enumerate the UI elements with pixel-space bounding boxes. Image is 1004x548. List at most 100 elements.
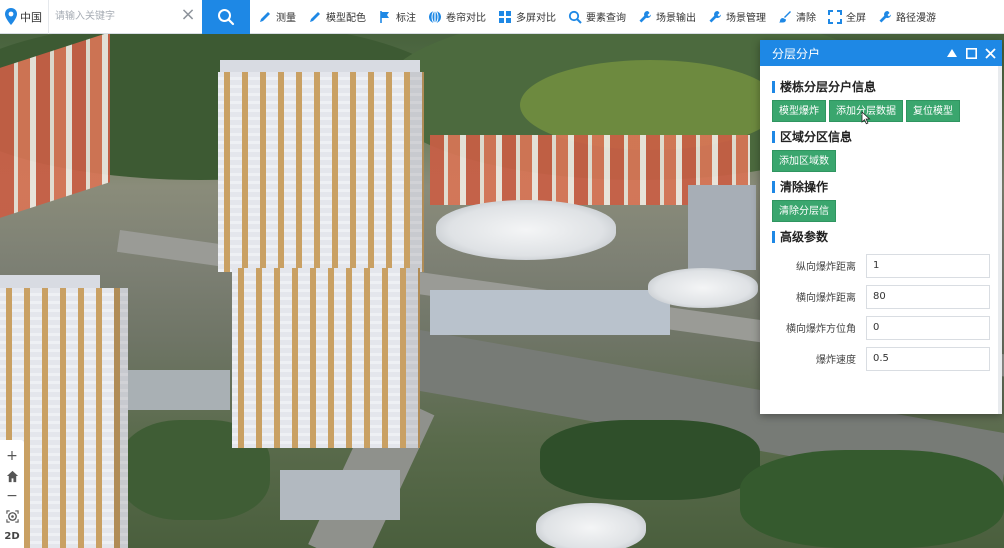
- grid-icon: [499, 10, 511, 23]
- clear-layer-info-button[interactable]: 清除分层信: [772, 200, 836, 222]
- navigation-controls: + − 2D: [0, 440, 24, 548]
- tower-roof: [0, 275, 100, 289]
- model-explode-button[interactable]: 模型爆炸: [772, 100, 826, 122]
- high-rise-tower[interactable]: [218, 72, 424, 272]
- reset-model-button[interactable]: 复位模型: [906, 100, 960, 122]
- param-row-horizontal-azimuth: 横向爆炸方位角: [772, 312, 990, 343]
- location-pin-icon: [5, 7, 17, 25]
- param-label: 横向爆炸方位角: [786, 324, 856, 335]
- tool-scene-export[interactable]: 场景输出: [638, 9, 696, 24]
- home-icon: [6, 470, 18, 482]
- vertical-explode-distance-input[interactable]: [866, 253, 990, 278]
- horizontal-explode-azimuth-input[interactable]: [866, 315, 990, 340]
- search-button[interactable]: [202, 0, 250, 34]
- home-button[interactable]: [2, 466, 22, 486]
- wrench-icon: [639, 10, 651, 22]
- low-building: [280, 470, 400, 520]
- explode-speed-input[interactable]: [866, 346, 990, 371]
- tool-label: 全屏: [846, 13, 866, 24]
- triangle-up-icon: [947, 49, 957, 57]
- tool-label: 标注: [396, 13, 416, 24]
- search-icon: [218, 8, 235, 25]
- tool-model-color[interactable]: 模型配色: [308, 9, 366, 24]
- tool-swipe-compare[interactable]: 卷帘对比: [428, 9, 486, 24]
- zoom-in-button[interactable]: +: [2, 446, 22, 466]
- param-row-vertical-distance: 纵向爆炸距离: [772, 250, 990, 281]
- search-box: ×: [48, 0, 202, 34]
- tool-clear[interactable]: 清除: [778, 9, 816, 24]
- param-label: 纵向爆炸距离: [796, 262, 856, 273]
- tree-cluster: [540, 420, 760, 500]
- high-rise-tower[interactable]: [232, 268, 420, 448]
- mouse-pointer-icon: [861, 111, 871, 125]
- horizontal-explode-distance-input[interactable]: [866, 284, 990, 309]
- tool-multi-screen[interactable]: 多屏对比: [498, 9, 556, 24]
- collapse-button[interactable]: [945, 46, 959, 60]
- section-building: 楼栋分层分户信息: [772, 78, 990, 95]
- stadium-building: [536, 503, 646, 548]
- section-marker: [772, 80, 775, 93]
- add-region-data-button[interactable]: 添加区域数: [772, 150, 836, 172]
- tool-label: 路径漫游: [896, 13, 936, 24]
- search-icon: [568, 10, 582, 24]
- tool-measure[interactable]: 测量: [258, 9, 296, 24]
- crosshair-icon: [5, 509, 19, 523]
- tool-label: 测量: [276, 13, 296, 24]
- location-selector[interactable]: 中国: [0, 0, 48, 34]
- layer-household-panel: 分层分户 楼栋分层分户信息 模型爆炸 添加分层数据 复位模型 区域分区信息 添加…: [760, 40, 1002, 414]
- section-marker: [772, 180, 775, 193]
- section-marker: [772, 130, 775, 143]
- param-row-horizontal-distance: 横向爆炸距离: [772, 281, 990, 312]
- search-input[interactable]: [49, 4, 175, 29]
- section-title-advanced: 高级参数: [780, 230, 829, 244]
- section-clear: 清除操作: [772, 178, 990, 195]
- zoom-out-button[interactable]: −: [2, 486, 22, 506]
- tool-label: 模型配色: [326, 13, 366, 24]
- clear-search-icon[interactable]: ×: [180, 5, 196, 24]
- view-mode-2d-button[interactable]: 2D: [2, 526, 22, 546]
- tool-label: 要素查询: [586, 13, 626, 24]
- param-row-explode-speed: 爆炸速度: [772, 343, 990, 374]
- wrench-icon: [709, 10, 721, 22]
- close-button[interactable]: [983, 46, 997, 60]
- section-title-clear: 清除操作: [780, 180, 829, 194]
- tool-fullscreen[interactable]: 全屏: [828, 9, 866, 24]
- panel-header[interactable]: 分层分户: [760, 40, 1002, 66]
- tool-label: 卷帘对比: [446, 13, 486, 24]
- stadium-building: [436, 200, 616, 260]
- tool-path-roam[interactable]: 路径漫游: [878, 9, 936, 24]
- section-title-region: 区域分区信息: [780, 130, 853, 144]
- tool-label: 场景输出: [656, 13, 696, 24]
- panel-scrollbar[interactable]: [998, 66, 1002, 414]
- top-toolbar: 中国 × 测量 模型配色 标注 卷帘对比 多屏对比: [0, 0, 1004, 34]
- tool-label: 清除: [796, 13, 816, 24]
- paint-pen-icon: [310, 11, 320, 22]
- maximize-button[interactable]: [964, 46, 978, 60]
- region-button-row: 添加区域数: [772, 150, 990, 172]
- ruler-pen-icon: [260, 11, 270, 22]
- locate-button[interactable]: [2, 506, 22, 526]
- maximize-icon: [965, 47, 977, 59]
- tool-list: 测量 模型配色 标注 卷帘对比 多屏对比 要素查询 场景输出 场景管理 清除 全…: [258, 0, 948, 34]
- panel-title: 分层分户: [772, 46, 821, 61]
- low-building: [430, 290, 670, 335]
- location-label: 中国: [20, 10, 42, 24]
- section-advanced: 高级参数: [772, 228, 990, 245]
- section-marker: [772, 230, 775, 243]
- tool-annotate[interactable]: 标注: [378, 9, 416, 24]
- tool-label: 多屏对比: [516, 13, 556, 24]
- tool-scene-manage[interactable]: 场景管理: [708, 9, 766, 24]
- clear-button-row: 清除分层信: [772, 200, 990, 222]
- tool-label: 场景管理: [726, 13, 766, 24]
- stadium-building: [648, 268, 758, 308]
- fullscreen-icon: [828, 9, 842, 24]
- section-title-building: 楼栋分层分户信息: [780, 80, 877, 94]
- close-icon: [984, 47, 996, 59]
- globe-swipe-icon: [429, 10, 441, 23]
- tree-cluster: [740, 450, 1004, 548]
- param-label: 横向爆炸距离: [796, 293, 856, 304]
- wrench-icon: [879, 10, 891, 22]
- param-label: 爆炸速度: [816, 355, 856, 366]
- panel-body: 楼栋分层分户信息 模型爆炸 添加分层数据 复位模型 区域分区信息 添加区域数 清…: [760, 66, 1002, 374]
- tool-feature-query[interactable]: 要素查询: [568, 9, 626, 24]
